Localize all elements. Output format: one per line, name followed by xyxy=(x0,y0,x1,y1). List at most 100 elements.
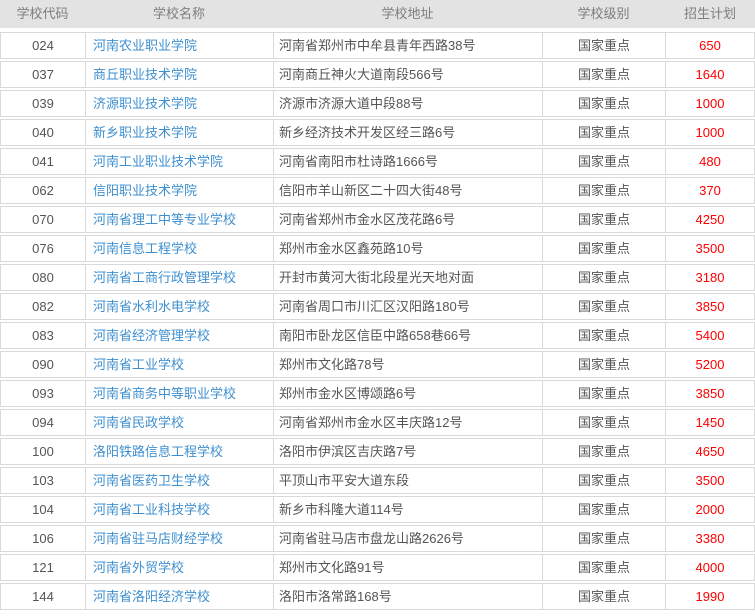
table-row: 104 河南省工业科技学校 新乡市科隆大道114号 国家重点 2000 xyxy=(0,496,755,523)
school-name-link[interactable]: 河南省商务中等职业学校 xyxy=(93,386,236,401)
table-header: 学校代码 学校名称 学校地址 学校级别 招生计划 xyxy=(0,0,755,28)
table-row: 041 河南工业职业技术学院 河南省南阳市杜诗路1666号 国家重点 480 xyxy=(0,148,755,175)
school-name-link[interactable]: 河南省水利水电学校 xyxy=(93,299,210,314)
school-name-cell: 河南省外贸学校 xyxy=(85,555,273,580)
school-code-cell: 040 xyxy=(1,120,85,145)
school-name-cell: 河南省医药卫生学校 xyxy=(85,468,273,493)
school-name-link[interactable]: 新乡职业技术学院 xyxy=(93,125,197,140)
school-name-cell: 河南工业职业技术学院 xyxy=(85,149,273,174)
school-name-link[interactable]: 河南省经济管理学校 xyxy=(93,328,210,343)
school-address-cell: 信阳市羊山新区二十四大街48号 xyxy=(273,178,542,203)
table-row: 040 新乡职业技术学院 新乡经济技术开发区经三路6号 国家重点 1000 xyxy=(0,119,755,146)
school-level-cell: 国家重点 xyxy=(542,265,665,290)
enrollment-plan-cell: 480 xyxy=(665,149,754,174)
enrollment-plan-cell: 1000 xyxy=(665,91,754,116)
school-address-cell: 开封市黄河大街北段星光天地对面 xyxy=(273,265,542,290)
school-name-cell: 济源职业技术学院 xyxy=(85,91,273,116)
school-code-cell: 083 xyxy=(1,323,85,348)
enrollment-plan-cell: 2000 xyxy=(665,497,754,522)
school-level-cell: 国家重点 xyxy=(542,91,665,116)
school-address-cell: 河南商丘神火大道南段566号 xyxy=(273,62,542,87)
school-level-cell: 国家重点 xyxy=(542,352,665,377)
enrollment-plan-cell: 4650 xyxy=(665,439,754,464)
school-name-cell: 河南省驻马店财经学校 xyxy=(85,526,273,551)
enrollment-plan-cell: 3850 xyxy=(665,294,754,319)
table-row: 144 河南省洛阳经济学校 洛阳市洛常路168号 国家重点 1990 xyxy=(0,583,755,610)
school-name-link[interactable]: 河南农业职业学院 xyxy=(93,38,197,53)
school-name-cell: 河南省工业学校 xyxy=(85,352,273,377)
enrollment-plan-cell: 4250 xyxy=(665,207,754,232)
school-code-cell: 094 xyxy=(1,410,85,435)
table-row: 039 济源职业技术学院 济源市济源大道中段88号 国家重点 1000 xyxy=(0,90,755,117)
school-level-cell: 国家重点 xyxy=(542,584,665,609)
school-name-link[interactable]: 河南省医药卫生学校 xyxy=(93,473,210,488)
table-row: 080 河南省工商行政管理学校 开封市黄河大街北段星光天地对面 国家重点 318… xyxy=(0,264,755,291)
school-name-link[interactable]: 信阳职业技术学院 xyxy=(93,183,197,198)
table-row: 100 洛阳铁路信息工程学校 洛阳市伊滨区吉庆路7号 国家重点 4650 xyxy=(0,438,755,465)
enrollment-plan-cell: 4000 xyxy=(665,555,754,580)
school-level-cell: 国家重点 xyxy=(542,294,665,319)
school-code-cell: 037 xyxy=(1,62,85,87)
school-address-cell: 河南省南阳市杜诗路1666号 xyxy=(273,149,542,174)
school-name-link[interactable]: 洛阳铁路信息工程学校 xyxy=(93,444,223,459)
column-header-school-code: 学校代码 xyxy=(0,0,85,28)
table-row: 093 河南省商务中等职业学校 郑州市金水区博颂路6号 国家重点 3850 xyxy=(0,380,755,407)
school-table-body: 024 河南农业职业学院 河南省郑州市中牟县青年西路38号 国家重点 650 0… xyxy=(0,28,755,610)
enrollment-plan-cell: 5200 xyxy=(665,352,754,377)
school-name-cell: 洛阳铁路信息工程学校 xyxy=(85,439,273,464)
table-row: 094 河南省民政学校 河南省郑州市金水区丰庆路12号 国家重点 1450 xyxy=(0,409,755,436)
school-name-cell: 河南省民政学校 xyxy=(85,410,273,435)
enrollment-plan-cell: 3380 xyxy=(665,526,754,551)
school-name-cell: 河南省商务中等职业学校 xyxy=(85,381,273,406)
school-name-link[interactable]: 河南省工业科技学校 xyxy=(93,502,210,517)
school-name-link[interactable]: 河南省驻马店财经学校 xyxy=(93,531,223,546)
school-code-cell: 121 xyxy=(1,555,85,580)
enrollment-plan-cell: 3500 xyxy=(665,236,754,261)
school-name-cell: 新乡职业技术学院 xyxy=(85,120,273,145)
school-code-cell: 070 xyxy=(1,207,85,232)
table-row: 062 信阳职业技术学院 信阳市羊山新区二十四大街48号 国家重点 370 xyxy=(0,177,755,204)
enrollment-plan-cell: 1000 xyxy=(665,120,754,145)
school-name-cell: 河南省经济管理学校 xyxy=(85,323,273,348)
table-row: 070 河南省理工中等专业学校 河南省郑州市金水区茂花路6号 国家重点 4250 xyxy=(0,206,755,233)
school-code-cell: 080 xyxy=(1,265,85,290)
school-address-cell: 新乡市科隆大道114号 xyxy=(273,497,542,522)
table-row: 076 河南信息工程学校 郑州市金水区鑫苑路10号 国家重点 3500 xyxy=(0,235,755,262)
school-name-cell: 河南农业职业学院 xyxy=(85,33,273,58)
school-name-link[interactable]: 河南省外贸学校 xyxy=(93,560,184,575)
school-name-link[interactable]: 济源职业技术学院 xyxy=(93,96,197,111)
column-header-school-name: 学校名称 xyxy=(85,0,273,28)
school-name-link[interactable]: 商丘职业技术学院 xyxy=(93,67,197,82)
school-level-cell: 国家重点 xyxy=(542,323,665,348)
table-row: 106 河南省驻马店财经学校 河南省驻马店市盘龙山路2626号 国家重点 338… xyxy=(0,525,755,552)
school-code-cell: 076 xyxy=(1,236,85,261)
school-name-link[interactable]: 河南省民政学校 xyxy=(93,415,184,430)
school-name-link[interactable]: 河南省理工中等专业学校 xyxy=(93,212,236,227)
enrollment-plan-cell: 1640 xyxy=(665,62,754,87)
school-code-cell: 082 xyxy=(1,294,85,319)
enrollment-plan-cell: 1450 xyxy=(665,410,754,435)
school-name-link[interactable]: 河南省工商行政管理学校 xyxy=(93,270,236,285)
school-code-cell: 100 xyxy=(1,439,85,464)
table-row: 103 河南省医药卫生学校 平顶山市平安大道东段 国家重点 3500 xyxy=(0,467,755,494)
school-name-cell: 河南省水利水电学校 xyxy=(85,294,273,319)
school-name-link[interactable]: 河南信息工程学校 xyxy=(93,241,197,256)
school-name-cell: 河南省理工中等专业学校 xyxy=(85,207,273,232)
enrollment-plan-cell: 3180 xyxy=(665,265,754,290)
school-address-cell: 河南省周口市川汇区汉阳路180号 xyxy=(273,294,542,319)
school-address-cell: 平顶山市平安大道东段 xyxy=(273,468,542,493)
enrollment-plan-cell: 5400 xyxy=(665,323,754,348)
table-row: 037 商丘职业技术学院 河南商丘神火大道南段566号 国家重点 1640 xyxy=(0,61,755,88)
table-row: 083 河南省经济管理学校 南阳市卧龙区信臣中路658巷66号 国家重点 540… xyxy=(0,322,755,349)
school-address-cell: 新乡经济技术开发区经三路6号 xyxy=(273,120,542,145)
school-code-cell: 024 xyxy=(1,33,85,58)
school-code-cell: 062 xyxy=(1,178,85,203)
school-name-link[interactable]: 河南省工业学校 xyxy=(93,357,184,372)
school-name-cell: 河南省工商行政管理学校 xyxy=(85,265,273,290)
school-name-cell: 信阳职业技术学院 xyxy=(85,178,273,203)
school-name-link[interactable]: 河南工业职业技术学院 xyxy=(93,154,223,169)
school-level-cell: 国家重点 xyxy=(542,120,665,145)
school-name-link[interactable]: 河南省洛阳经济学校 xyxy=(93,589,210,604)
column-header-school-level: 学校级别 xyxy=(542,0,665,28)
column-header-enrollment-plan: 招生计划 xyxy=(665,0,755,28)
